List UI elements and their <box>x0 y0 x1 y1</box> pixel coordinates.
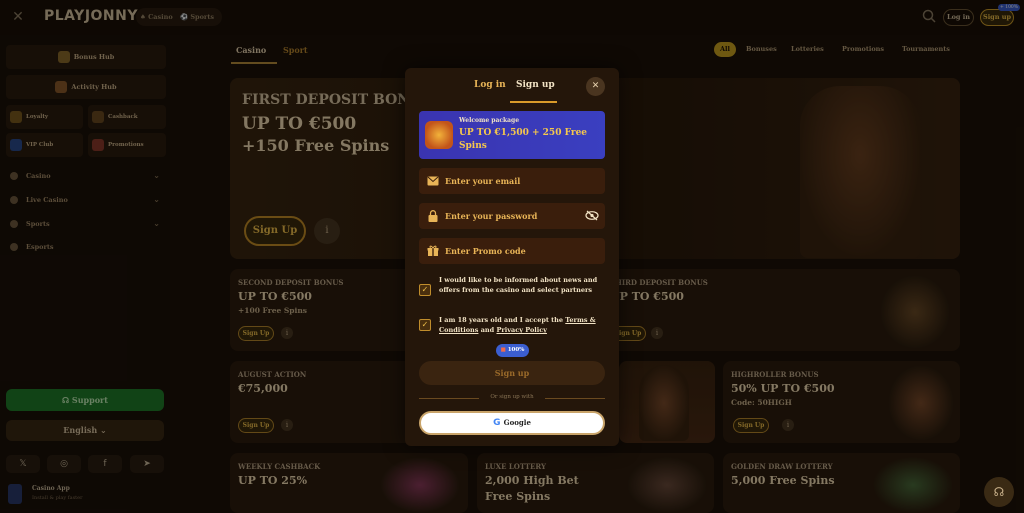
active-tab-underline <box>510 101 557 103</box>
modal-tab-signup[interactable]: Sign up <box>516 80 555 90</box>
terms-consent-checkbox[interactable]: ✓ <box>419 319 431 331</box>
news-consent-label: I would like to be informed about news a… <box>439 276 598 294</box>
signup-submit-button[interactable]: Sign up <box>419 361 605 385</box>
modal-tab-login[interactable]: Log in <box>474 80 506 90</box>
promo-code-field[interactable]: Enter Promo code <box>419 238 605 264</box>
google-signup-button[interactable]: G Google <box>419 411 605 435</box>
gift-icon: ■ <box>500 347 508 353</box>
promo-placeholder: Enter Promo code <box>445 246 526 256</box>
package-label: Welcome package <box>459 117 520 124</box>
package-value: UP TO €1,500 + 250 Free Spins <box>459 128 588 151</box>
support-chat-icon[interactable]: ☊ <box>984 477 1014 507</box>
terms-consent-label: I am 18 years old and I accept the Terms… <box>439 315 609 335</box>
password-placeholder: Enter your password <box>445 211 538 221</box>
signup-modal: Log in Sign up ✕ Welcome package UP TO €… <box>405 68 619 446</box>
divider-left <box>419 398 479 399</box>
bonus-pill: ■ 100% <box>496 344 529 357</box>
gift-illustration <box>425 121 453 149</box>
divider-right <box>545 398 605 399</box>
lock-icon <box>428 210 438 222</box>
eye-off-icon[interactable] <box>585 210 599 221</box>
welcome-package-banner: Welcome package UP TO €1,500 + 250 Free … <box>419 111 605 159</box>
privacy-link[interactable]: Privacy Policy <box>496 326 547 334</box>
terms-and: and <box>478 326 497 334</box>
divider-text: Or sign up with <box>490 394 534 400</box>
terms-prefix: I am 18 years old and I accept the <box>439 316 566 324</box>
gift-icon <box>427 245 439 256</box>
google-label: Google <box>503 418 531 427</box>
email-placeholder: Enter your email <box>445 176 521 186</box>
news-consent-checkbox[interactable]: ✓ <box>419 284 431 296</box>
envelope-icon <box>427 176 439 186</box>
google-icon: G <box>493 418 504 428</box>
password-field[interactable]: Enter your password <box>419 203 605 229</box>
bonus-pill-value: 100% <box>507 347 525 353</box>
close-icon[interactable]: ✕ <box>586 77 605 96</box>
email-field[interactable]: Enter your email <box>419 168 605 194</box>
